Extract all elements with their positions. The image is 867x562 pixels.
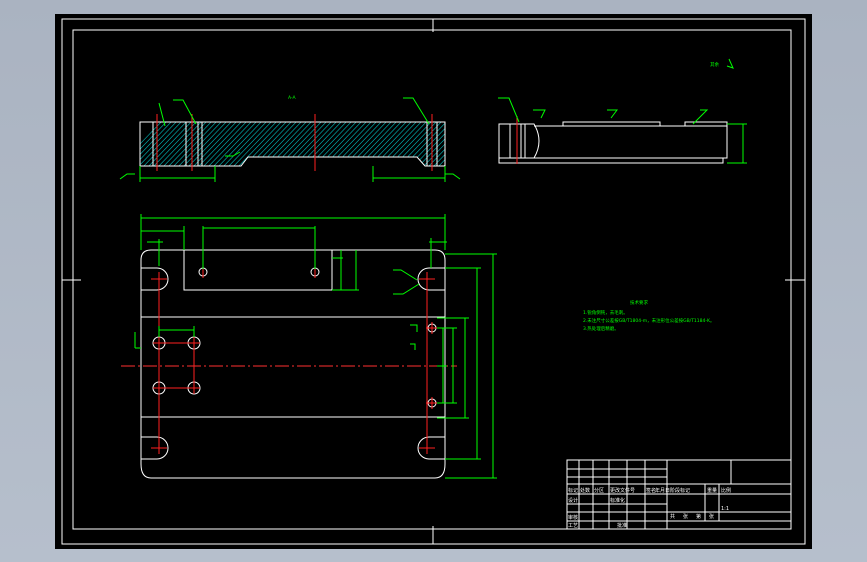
- tb-mark: 标记: [568, 487, 578, 494]
- tb-stage: 阶段标记: [670, 487, 690, 494]
- hatch-line: [450, 118, 500, 170]
- side-view[interactable]: 其余: [498, 58, 747, 164]
- section-hatching: [140, 118, 520, 170]
- outer-frame: [61, 18, 806, 545]
- tech-note-3: 3.热处理后精磨。: [583, 325, 619, 332]
- hatch-line: [470, 118, 520, 170]
- tb-ratio: 比例: [721, 487, 731, 494]
- hatch-line: [455, 118, 505, 170]
- tb-scale: 1:1: [721, 506, 729, 512]
- tb-design: 设计: [568, 497, 578, 504]
- cad-viewport[interactable]: A-A 其余 技术要求 1.锐角倒钝，去毛刺。 2.未注尺寸公差按GB/T180…: [0, 0, 867, 562]
- tb-number: 第: [696, 513, 701, 520]
- tech-note-2: 2.未注尺寸公差按GB/T1804-m，未注形位公差按GB/T1184-K。: [583, 317, 714, 324]
- drawing-sheet[interactable]: A-A 其余 技术要求 1.锐角倒钝，去毛刺。 2.未注尺寸公差按GB/T180…: [55, 14, 812, 549]
- tb-count: 处数: [580, 487, 590, 494]
- tb-change-doc: 更改文件号: [610, 487, 635, 494]
- front-view[interactable]: [121, 249, 457, 479]
- tech-title: 技术要求: [630, 299, 648, 306]
- drawing-canvas: A-A 其余 技术要求 1.锐角倒钝，去毛刺。 2.未注尺寸公差按GB/T180…: [61, 18, 806, 545]
- tb-standard: 标准化: [610, 497, 625, 504]
- hatch-line: [439, 122, 445, 166]
- hatch-line: [460, 118, 510, 170]
- tb-date: 年月日: [655, 487, 670, 494]
- hatch-line: [444, 122, 445, 166]
- hatch-line: [465, 118, 515, 170]
- tb-total: 共: [670, 513, 675, 520]
- tb-approve: 批准: [617, 522, 627, 529]
- tech-note-1: 1.锐角倒钝，去毛刺。: [583, 309, 628, 316]
- tb-zone: 分区: [594, 487, 604, 494]
- tb-sheets-a: 张: [683, 513, 688, 520]
- tb-sheets-b: 张: [709, 513, 714, 520]
- section-view-a-a[interactable]: A-A: [115, 95, 520, 182]
- tb-review: 审核: [568, 514, 578, 521]
- tb-weight: 重量: [707, 487, 717, 494]
- tb-process: 工艺: [568, 523, 578, 529]
- technical-requirements: 技术要求 1.锐角倒钝，去毛刺。 2.未注尺寸公差按GB/T1804-m，未注形…: [583, 299, 714, 332]
- roughness-note: 其余: [710, 61, 719, 68]
- section-label: A-A: [288, 95, 297, 101]
- title-block[interactable]: 标记 处数 分区 更改文件号 签名 年月日 设计 标准化 审核 工艺 批准 阶段…: [566, 459, 792, 530]
